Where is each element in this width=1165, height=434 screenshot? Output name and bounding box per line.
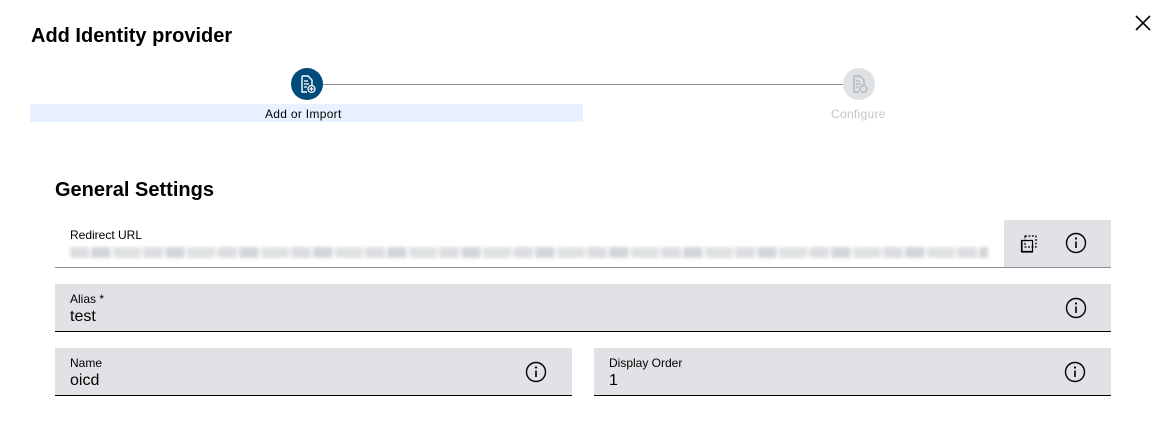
stepper-connector-line [323, 84, 843, 85]
close-icon[interactable] [1132, 12, 1154, 34]
name-label: Name [70, 356, 103, 370]
display-order-label: Display Order [609, 356, 683, 370]
step-configure-label: Configure [831, 107, 886, 121]
step-add-or-import[interactable] [291, 68, 323, 100]
alias-field[interactable]: Alias * test [55, 284, 1111, 332]
step-add-or-import-label: Add or Import [265, 107, 342, 121]
redirect-url-field: Redirect URL [55, 220, 1111, 268]
display-order-field[interactable]: Display Order 1 [594, 348, 1111, 396]
step-configure [843, 68, 875, 100]
display-order-value[interactable]: 1 [609, 372, 618, 390]
alias-value[interactable]: test [70, 308, 96, 326]
info-icon[interactable] [1065, 232, 1087, 254]
info-icon[interactable] [525, 361, 547, 383]
dialog-title: Add Identity provider [31, 25, 233, 47]
redirect-url-actions [1004, 220, 1111, 267]
copy-icon[interactable] [1018, 233, 1040, 255]
document-add-icon [301, 75, 316, 94]
section-title: General Settings [55, 179, 214, 201]
info-icon[interactable] [1065, 297, 1087, 319]
alias-label: Alias * [70, 292, 105, 306]
name-value[interactable]: oicd [70, 372, 99, 390]
redirect-url-value-blurred [70, 247, 988, 258]
info-icon[interactable] [1064, 361, 1086, 383]
document-settings-icon [853, 75, 868, 94]
name-field[interactable]: Name oicd [55, 348, 572, 396]
redirect-url-label: Redirect URL [70, 228, 143, 242]
